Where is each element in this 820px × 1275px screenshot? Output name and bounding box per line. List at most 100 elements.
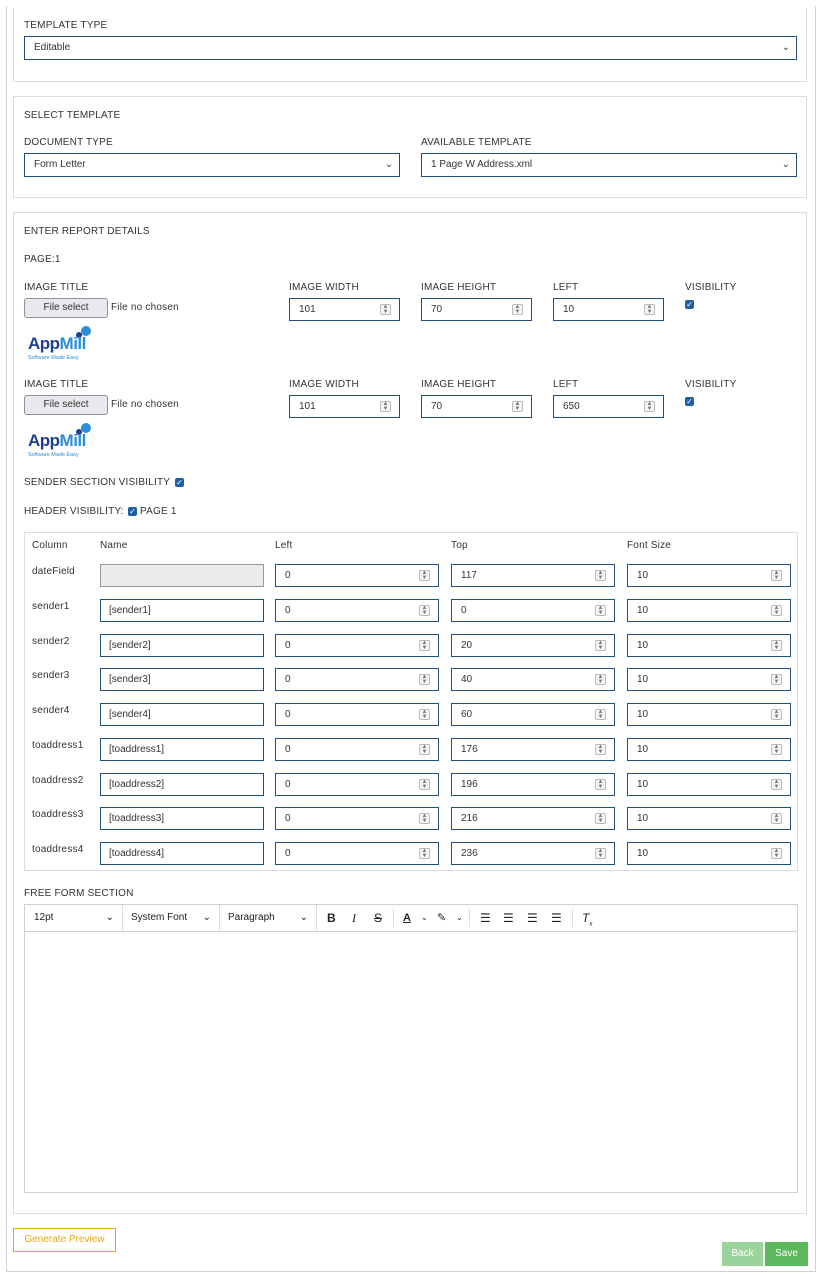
spinner-icon[interactable]: ▲ ▼ <box>595 639 606 651</box>
left-input[interactable]: 0 ▲ ▼ <box>275 598 439 622</box>
highlight-color-icon[interactable]: ✎ <box>437 905 446 931</box>
name-input[interactable]: [toaddress3] <box>100 807 264 831</box>
italic-icon[interactable]: I <box>352 905 356 931</box>
top-input[interactable]: 176 ▲ ▼ <box>451 737 615 761</box>
font-size-input[interactable]: 10 ▲ ▼ <box>627 668 791 692</box>
align-left-icon[interactable]: ☰ <box>480 905 491 931</box>
spinner-icon[interactable]: ▲ ▼ <box>419 639 430 651</box>
clear-formatting-icon[interactable]: Tx <box>582 905 592 931</box>
left-input[interactable]: 0 ▲ ▼ <box>275 807 439 831</box>
save-button[interactable]: Save <box>765 1242 808 1266</box>
align-center-icon[interactable]: ☰ <box>503 905 514 931</box>
spinner-icon[interactable]: ▲ ▼ <box>771 674 782 686</box>
top-input[interactable]: 40 ▲ ▼ <box>451 668 615 692</box>
template-type-select[interactable]: Editable ⌄ <box>24 36 797 60</box>
font-size-input[interactable]: 10 ▲ ▼ <box>627 633 791 657</box>
top-input[interactable]: 60 ▲ ▼ <box>451 703 615 726</box>
spinner-icon[interactable]: ▲ ▼ <box>771 813 782 825</box>
left-input[interactable]: 650 ▲ ▼ <box>553 395 664 418</box>
left-input[interactable]: 0 ▲ ▼ <box>275 703 439 726</box>
editor-content-area[interactable] <box>25 932 797 1192</box>
generate-preview-button[interactable]: Generate Preview <box>13 1228 116 1252</box>
spinner-icon[interactable]: ▲ ▼ <box>771 709 782 720</box>
spinner-icon[interactable]: ▲ ▼ <box>644 304 655 315</box>
spinner-icon[interactable]: ▲ ▼ <box>380 401 391 412</box>
align-justify-icon[interactable]: ☰ <box>551 905 562 931</box>
spinner-icon[interactable]: ▲ ▼ <box>419 570 430 581</box>
block-format-dropdown[interactable]: Paragraph ⌄ <box>220 905 317 931</box>
spinner-icon[interactable]: ▲ ▼ <box>419 674 430 686</box>
spinner-icon[interactable]: ▲ ▼ <box>595 778 606 790</box>
chevron-down-icon[interactable]: ⌄ <box>421 905 428 931</box>
left-input[interactable]: 0 ▲ ▼ <box>275 564 439 587</box>
spinner-icon[interactable]: ▲ ▼ <box>771 639 782 651</box>
spinner-icon[interactable]: ▲ ▼ <box>771 604 782 616</box>
spinner-icon[interactable]: ▲ ▼ <box>419 709 430 720</box>
header-page1-checkbox[interactable]: ✓ <box>128 507 137 516</box>
font-size-input[interactable]: 10 ▲ ▼ <box>627 598 791 622</box>
text-color-icon[interactable]: A <box>403 905 411 931</box>
spinner-icon[interactable]: ▲ ▼ <box>512 401 523 412</box>
name-input[interactable]: [toaddress4] <box>100 842 264 865</box>
name-input[interactable]: [sender1] <box>100 598 264 622</box>
spinner-icon[interactable]: ▲ ▼ <box>771 743 782 755</box>
left-input[interactable]: 0 ▲ ▼ <box>275 668 439 692</box>
spinner-icon[interactable]: ▲ ▼ <box>595 813 606 825</box>
top-input[interactable]: 196 ▲ ▼ <box>451 772 615 796</box>
spinner-icon[interactable]: ▲ ▼ <box>419 848 430 859</box>
font-size-input[interactable]: 10 ▲ ▼ <box>627 564 791 587</box>
top-input[interactable]: 20 ▲ ▼ <box>451 633 615 657</box>
available-template-select[interactable]: 1 Page W Address.xml ⌄ <box>421 153 797 177</box>
top-input[interactable]: 216 ▲ ▼ <box>451 807 615 831</box>
strikethrough-icon[interactable]: S <box>374 905 382 931</box>
font-size-input[interactable]: 10 ▲ ▼ <box>627 703 791 726</box>
font-size-input[interactable]: 10 ▲ ▼ <box>627 842 791 865</box>
spinner-icon[interactable]: ▲ ▼ <box>419 743 430 755</box>
spinner-icon[interactable]: ▲ ▼ <box>595 848 606 859</box>
image-width-input[interactable]: 101 ▲ ▼ <box>289 395 400 418</box>
image-width-input[interactable]: 101 ▲ ▼ <box>289 298 400 321</box>
file-select-button[interactable]: File select <box>24 395 108 415</box>
image-height-input[interactable]: 70 ▲ ▼ <box>421 395 532 418</box>
file-select-button[interactable]: File select <box>24 298 108 318</box>
spinner-icon[interactable]: ▲ ▼ <box>512 304 523 315</box>
name-input[interactable]: [sender4] <box>100 703 264 726</box>
spinner-icon[interactable]: ▲ ▼ <box>771 570 782 581</box>
spinner-icon[interactable]: ▲ ▼ <box>419 604 430 616</box>
visibility-checkbox[interactable]: ✓ <box>685 300 694 309</box>
spinner-icon[interactable]: ▲ ▼ <box>771 778 782 790</box>
left-input[interactable]: 0 ▲ ▼ <box>275 842 439 865</box>
left-input[interactable]: 0 ▲ ▼ <box>275 737 439 761</box>
back-button[interactable]: Back <box>722 1242 763 1266</box>
font-size-dropdown[interactable]: 12pt ⌄ <box>25 905 123 931</box>
spinner-icon[interactable]: ▲ ▼ <box>644 401 655 412</box>
spinner-icon[interactable]: ▲ ▼ <box>595 570 606 581</box>
left-input[interactable]: 10 ▲ ▼ <box>553 298 664 321</box>
name-input[interactable]: [sender3] <box>100 668 264 692</box>
sender-visibility-checkbox[interactable]: ✓ <box>175 478 184 487</box>
spinner-icon[interactable]: ▲ ▼ <box>595 743 606 755</box>
font-size-input[interactable]: 10 ▲ ▼ <box>627 772 791 796</box>
font-size-input[interactable]: 10 ▲ ▼ <box>627 737 791 761</box>
left-input[interactable]: 0 ▲ ▼ <box>275 633 439 657</box>
document-type-select[interactable]: Form Letter ⌄ <box>24 153 400 177</box>
spinner-icon[interactable]: ▲ ▼ <box>595 674 606 686</box>
font-size-input[interactable]: 10 ▲ ▼ <box>627 807 791 831</box>
align-right-icon[interactable]: ☰ <box>527 905 538 931</box>
top-input[interactable]: 117 ▲ ▼ <box>451 564 615 587</box>
name-input[interactable]: [sender2] <box>100 633 264 657</box>
chevron-down-icon[interactable]: ⌄ <box>456 905 463 931</box>
name-input[interactable]: [toaddress1] <box>100 737 264 761</box>
top-input[interactable]: 0 ▲ ▼ <box>451 598 615 622</box>
bold-icon[interactable]: B <box>327 905 336 931</box>
spinner-icon[interactable]: ▲ ▼ <box>595 604 606 616</box>
visibility-checkbox[interactable]: ✓ <box>685 397 694 406</box>
spinner-icon[interactable]: ▲ ▼ <box>380 304 391 315</box>
font-family-dropdown[interactable]: System Font ⌄ <box>123 905 220 931</box>
spinner-icon[interactable]: ▲ ▼ <box>771 848 782 859</box>
spinner-icon[interactable]: ▲ ▼ <box>419 778 430 790</box>
name-input[interactable]: [toaddress2] <box>100 772 264 796</box>
top-input[interactable]: 236 ▲ ▼ <box>451 842 615 865</box>
image-height-input[interactable]: 70 ▲ ▼ <box>421 298 532 321</box>
left-input[interactable]: 0 ▲ ▼ <box>275 772 439 796</box>
